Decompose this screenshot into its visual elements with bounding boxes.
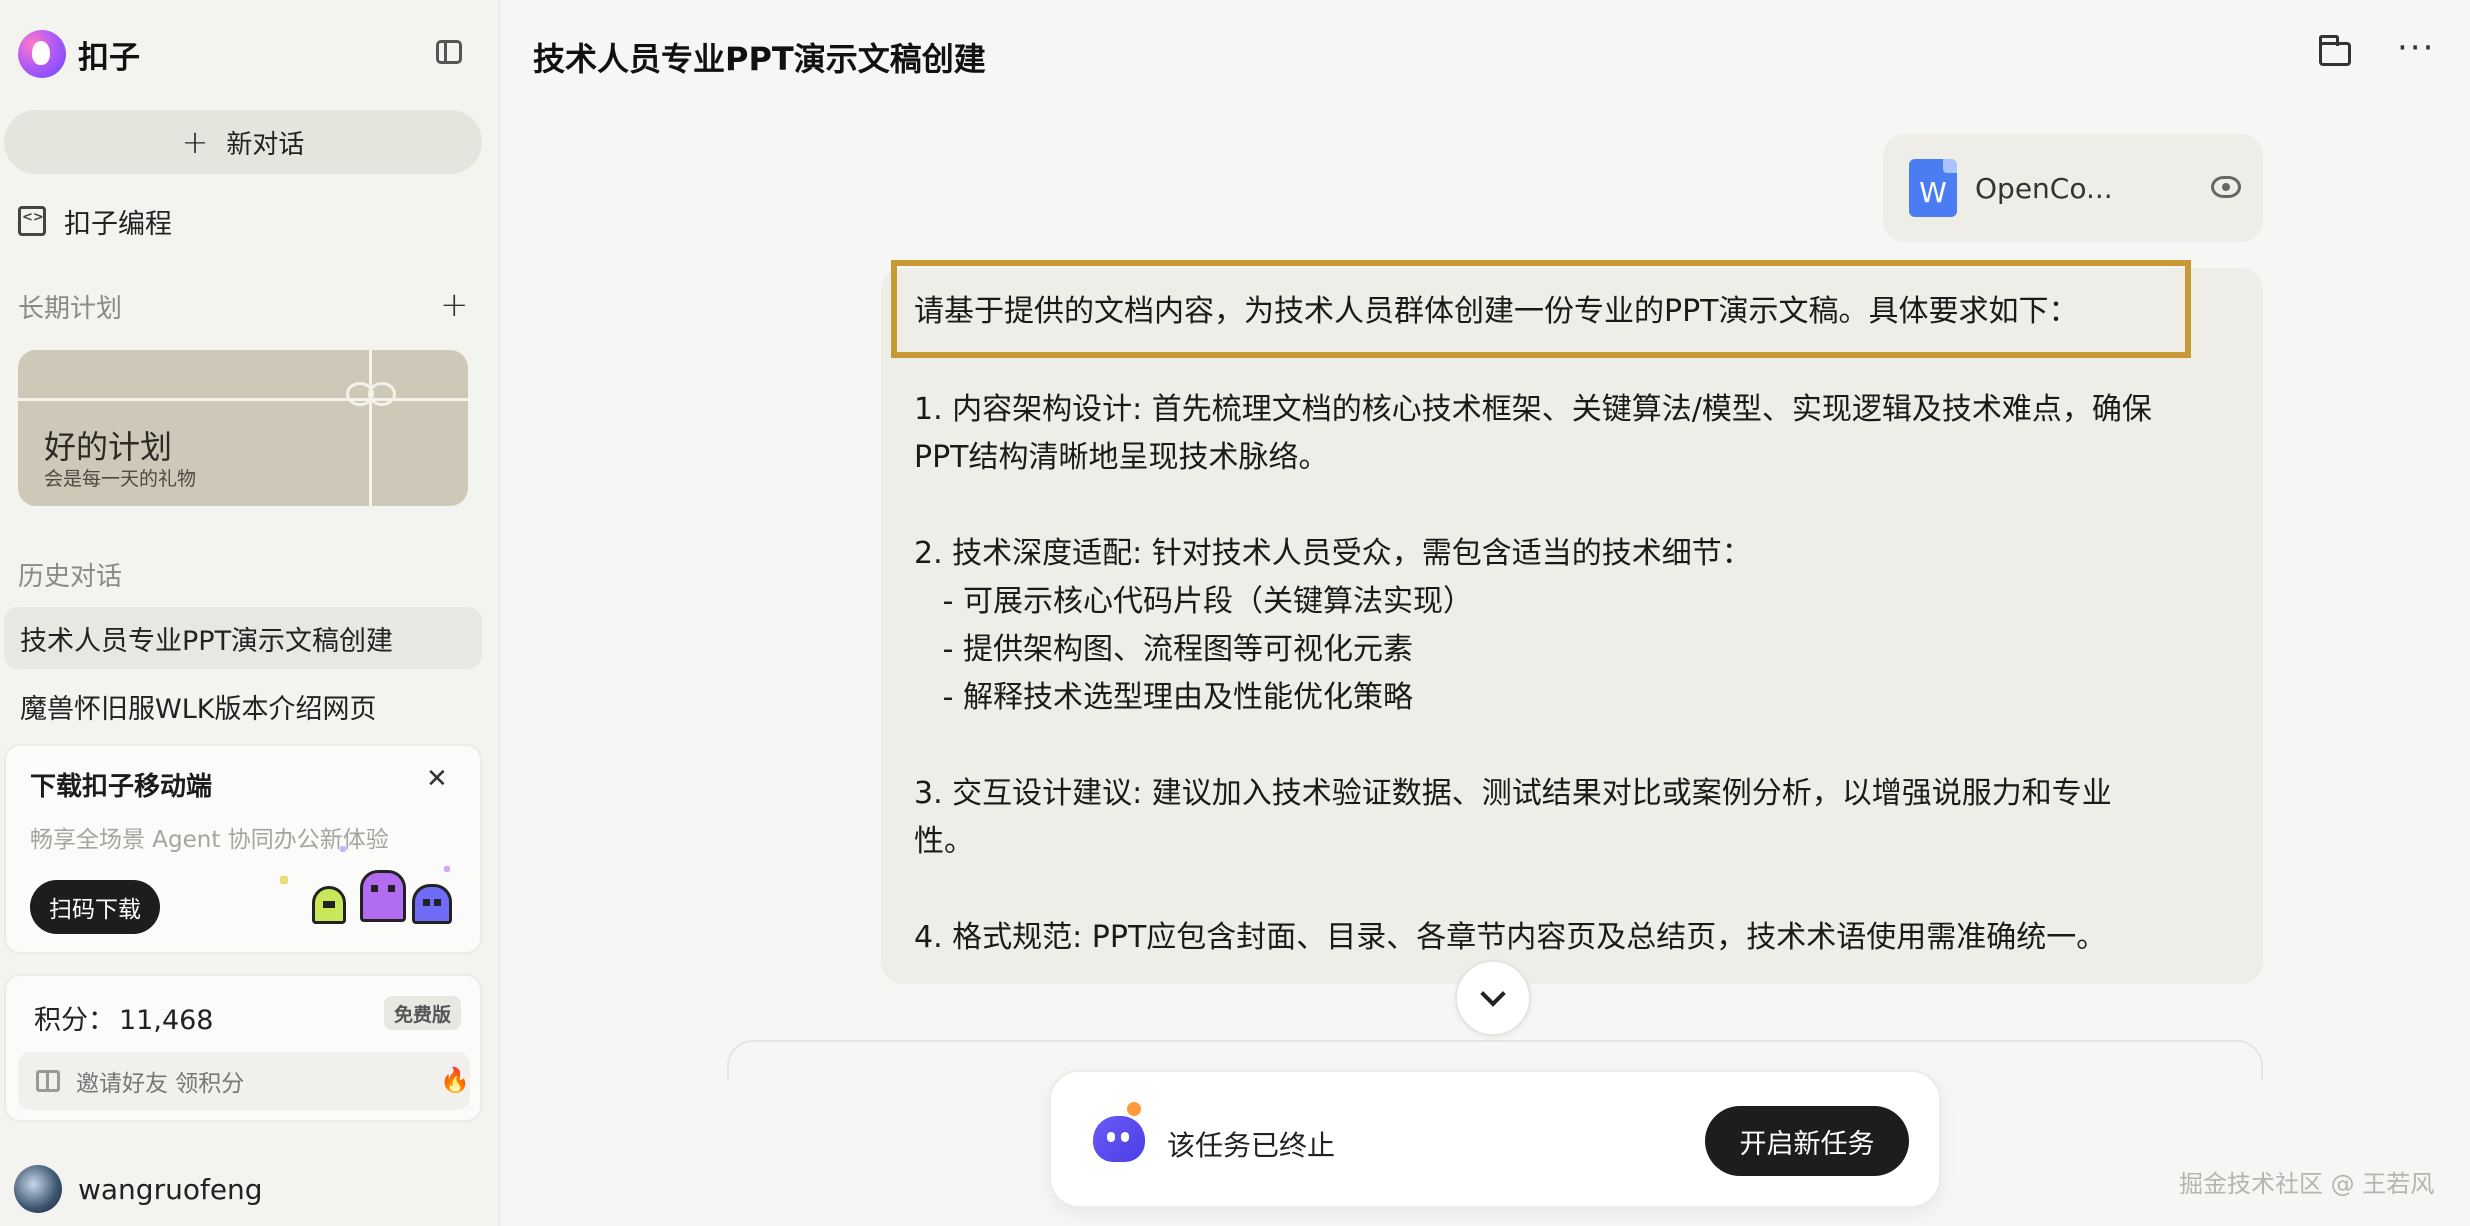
- ribbon-horizontal: [18, 398, 468, 401]
- sparkle-icon: [340, 846, 346, 852]
- message-line: - 提供架构图、流程图等可视化元素: [914, 632, 1413, 667]
- user-profile[interactable]: wangruofeng: [14, 1164, 263, 1214]
- add-plan-icon[interactable]: +: [440, 285, 469, 325]
- close-icon[interactable]: ✕: [426, 764, 448, 794]
- plan-card[interactable]: 好的计划 会是每一天的礼物: [18, 350, 468, 506]
- preview-eye-icon[interactable]: [2211, 176, 2241, 198]
- message-line: 1. 内容架构设计: 首先梳理文档的核心技术框架、关键算法/模型、实现逻辑及技术…: [914, 392, 2152, 427]
- plus-icon: +: [181, 123, 209, 161]
- mobile-promo-card: 下载扣子移动端 ✕ 畅享全场景 Agent 协同办公新体验 扫码下载: [4, 744, 482, 954]
- start-new-task-button[interactable]: 开启新任务: [1705, 1106, 1909, 1176]
- message-line: - 解释技术选型理由及性能优化策略: [914, 680, 1413, 715]
- points-value: 11,468: [119, 1005, 214, 1036]
- points-display: 积分： 11,468: [30, 998, 213, 1037]
- gift-bow-icon: [344, 380, 398, 420]
- code-file-icon: [18, 206, 46, 236]
- history-label: 历史对话: [18, 562, 123, 592]
- chevron-down-icon: [1480, 981, 1506, 1007]
- folder-icon[interactable]: [2319, 35, 2351, 66]
- history-item[interactable]: 魔兽怀旧服WLK版本介绍网页: [4, 675, 482, 737]
- message-line: 2. 技术深度适配: 针对技术人员受众，需包含适当的技术细节：: [914, 536, 1752, 571]
- ribbon-vertical: [369, 350, 372, 506]
- scroll-down-button[interactable]: [1455, 960, 1531, 1036]
- task-status-card: 该任务已终止 开启新任务: [1049, 1070, 1941, 1208]
- long-term-plan-label: 长期计划: [18, 294, 123, 324]
- points-label: 积分：: [34, 1005, 115, 1036]
- sidebar: 扣子 + 新对话 扣子编程 长期计划 + 好的计划 会是每一天的礼物 历史对话 …: [0, 0, 500, 1226]
- brand-name: 扣子: [78, 39, 140, 76]
- new-chat-button[interactable]: + 新对话: [4, 110, 482, 174]
- message-line: - 可展示核心代码片段（关键算法实现）: [914, 584, 1473, 619]
- promo-title: 下载扣子移动端: [30, 772, 213, 802]
- chat-title: 技术人员专业PPT演示文稿创建: [533, 40, 986, 78]
- attachment-file-name: OpenCo...: [1975, 171, 2113, 205]
- nav-item-code-label: 扣子编程: [64, 208, 172, 240]
- watermark: 掘金技术社区 @ 王若风: [2179, 1170, 2435, 1198]
- promo-subtitle: 畅享全场景 Agent 协同办公新体验: [30, 827, 389, 853]
- task-status-text: 该任务已终止: [1167, 1129, 1336, 1162]
- main-panel: 技术人员专业PPT演示文稿创建 ··· W OpenCo... 请基于提供的文档…: [501, 0, 2470, 1226]
- nav-item-code[interactable]: 扣子编程: [18, 198, 172, 244]
- plan-card-subtitle: 会是每一天的礼物: [44, 468, 197, 490]
- word-document-icon: W: [1909, 159, 1957, 217]
- sparkle-icon: [444, 866, 450, 872]
- new-chat-label: 新对话: [226, 129, 305, 160]
- brand[interactable]: 扣子: [18, 28, 140, 80]
- plan-card-title: 好的计划: [44, 428, 173, 466]
- message-line: PPT结构清晰地呈现技术脉络。: [914, 440, 1329, 475]
- more-options-icon[interactable]: ···: [2397, 28, 2435, 68]
- message-line: 性。: [914, 824, 974, 859]
- invite-label: 邀请好友 领积分: [76, 1071, 245, 1097]
- sparkle-icon: [280, 876, 288, 884]
- attachment-chip[interactable]: W OpenCo...: [1883, 134, 2263, 242]
- username: wangruofeng: [78, 1172, 263, 1206]
- coze-logo-icon: [18, 30, 66, 78]
- fire-icon: 🔥: [440, 1066, 470, 1094]
- message-line: 4. 格式规范: PPT应包含封面、目录、各章节内容页及总结页，技术术语使用需准…: [914, 920, 2107, 955]
- message-line: 请基于提供的文档内容，为技术人员群体创建一份专业的PPT演示文稿。具体要求如下：: [914, 294, 2079, 329]
- points-card: 积分： 11,468 免费版 邀请好友 领积分 🔥: [4, 974, 482, 1122]
- gift-icon: [36, 1070, 60, 1092]
- mascot-icon: [312, 886, 346, 924]
- user-message-bubble: 请基于提供的文档内容，为技术人员群体创建一份专业的PPT演示文稿。具体要求如下：…: [881, 260, 2263, 984]
- plan-badge: 免费版: [384, 996, 462, 1030]
- bot-icon: [1093, 1102, 1145, 1162]
- scan-download-button[interactable]: 扫码下载: [30, 880, 160, 934]
- mascot-icon: [360, 870, 406, 922]
- history-item[interactable]: 技术人员专业PPT演示文稿创建: [4, 607, 482, 669]
- mascot-icon: [412, 884, 452, 924]
- sidebar-toggle-icon[interactable]: [436, 40, 462, 64]
- invite-friends-button[interactable]: 邀请好友 领积分 🔥: [18, 1052, 470, 1110]
- message-line: 3. 交互设计建议: 建议加入技术验证数据、测试结果对比或案例分析，以增强说服力…: [914, 776, 2112, 811]
- avatar: [14, 1165, 62, 1213]
